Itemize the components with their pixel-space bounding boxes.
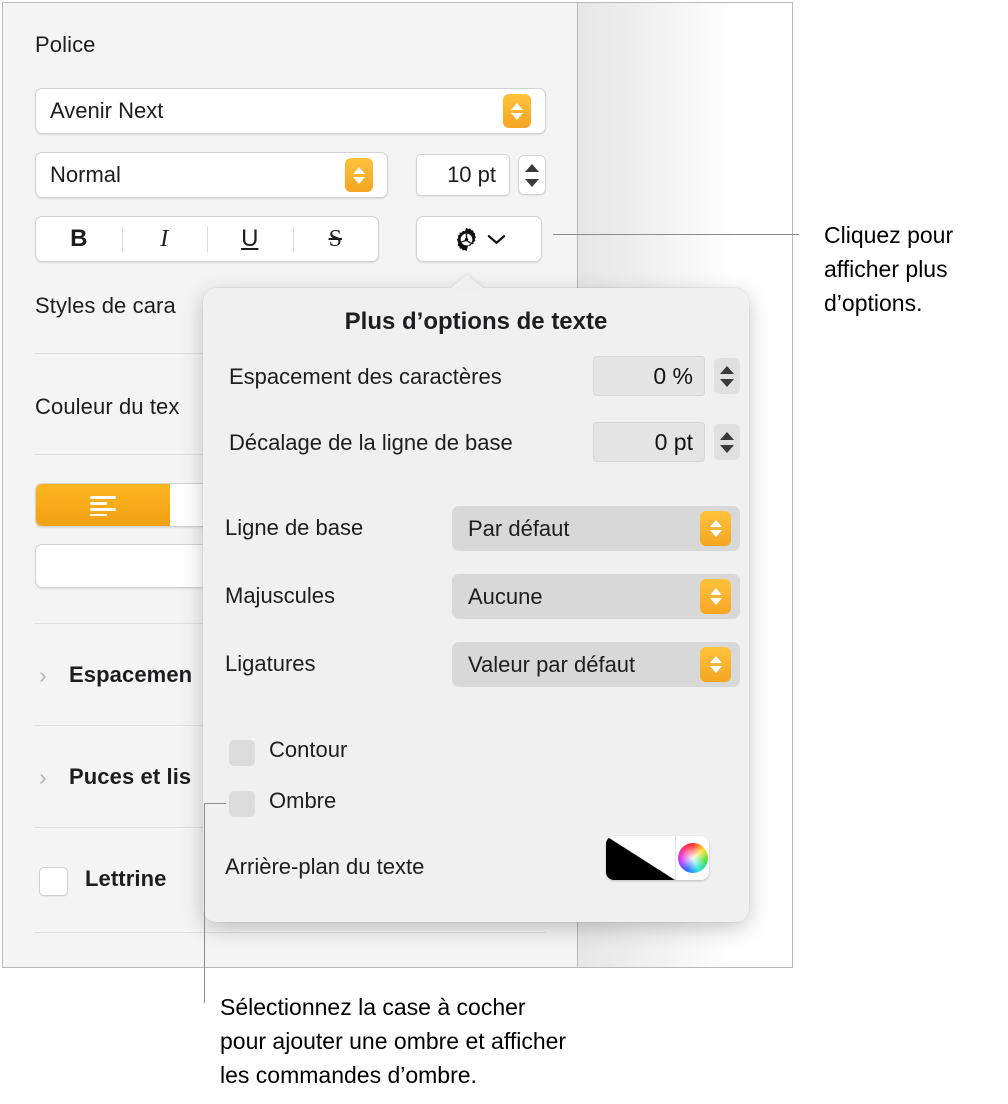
spacing-title[interactable]: Espacemen	[69, 662, 192, 688]
more-text-options-popover: Plus d’options de texte Espacement des c…	[203, 275, 749, 922]
baseline-value: Par défaut	[468, 515, 570, 541]
chevron-up-icon	[709, 520, 722, 527]
divider	[35, 932, 546, 933]
bold-button[interactable]: B	[36, 217, 122, 261]
capitalization-select[interactable]: Aucune	[452, 574, 740, 619]
character-spacing-input[interactable]: 0 %	[593, 356, 705, 396]
chevron-down-icon	[353, 176, 365, 184]
chevron-up-icon	[353, 166, 365, 174]
chevron-up-icon	[709, 656, 722, 663]
baseline-shift-stepper[interactable]	[714, 424, 740, 460]
baseline-shift-label: Décalage de la ligne de base	[229, 430, 513, 455]
ligatures-select-stepper[interactable]	[700, 647, 731, 682]
chevron-down-icon	[720, 444, 734, 453]
chevron-down-icon	[709, 666, 722, 673]
text-background-label: Arrière-plan du texte	[225, 854, 425, 879]
character-spacing-stepper[interactable]	[714, 358, 740, 394]
chevron-up-icon	[720, 365, 734, 374]
shadow-callout-line-1: Sélectionnez la case à cocher	[220, 994, 526, 1020]
text-color-title: Couleur du tex	[35, 394, 180, 419]
gear-callout-leader-line	[553, 234, 799, 235]
font-family-value: Avenir Next	[50, 98, 164, 123]
screenshot-root: Police Avenir Next Normal 10 pt B I U S …	[0, 0, 1008, 1104]
capitalization-select-stepper[interactable]	[700, 579, 731, 614]
ligatures-value: Valeur par défaut	[468, 651, 636, 677]
font-style-combo[interactable]: Normal	[35, 152, 388, 198]
baseline-select[interactable]: Par défaut	[452, 506, 740, 551]
chevron-down-icon	[511, 112, 523, 120]
strikethrough-button[interactable]: S	[292, 217, 379, 261]
chevron-down-icon	[709, 530, 722, 537]
font-style-value: Normal	[50, 162, 121, 187]
align-left-button[interactable]	[36, 484, 170, 526]
shadow-label: Ombre	[269, 788, 337, 813]
chevron-down-icon	[525, 178, 539, 187]
shadow-callout-leader-line	[204, 803, 205, 1003]
bullets-title[interactable]: Puces et lis	[69, 764, 191, 790]
shadow-callout-line-3: les commandes d’ombre.	[220, 1062, 477, 1088]
underline-button[interactable]: U	[207, 217, 293, 261]
gear-icon	[456, 227, 476, 251]
popover-title: Plus d’options de texte	[344, 308, 608, 335]
baseline-select-stepper[interactable]	[700, 511, 731, 546]
drop-cap-checkbox[interactable]	[39, 867, 68, 896]
shadow-checkbox[interactable]	[229, 791, 255, 817]
popover-tail	[450, 275, 484, 289]
color-wheel-button[interactable]	[676, 836, 709, 880]
ligatures-label: Ligatures	[225, 651, 316, 676]
chevron-up-icon	[709, 588, 722, 595]
align-left-icon	[90, 496, 116, 516]
ligatures-select[interactable]: Valeur par défaut	[452, 642, 740, 687]
font-family-combo[interactable]: Avenir Next	[35, 88, 546, 134]
font-style-stepper[interactable]	[345, 158, 373, 192]
color-wheel-icon	[677, 843, 708, 873]
bullets-disclosure-icon[interactable]: ›	[39, 764, 47, 791]
text-style-segmented-control: B I U S	[35, 216, 379, 262]
chevron-down-icon	[487, 234, 505, 244]
font-family-stepper[interactable]	[503, 94, 531, 128]
text-background-color-well[interactable]	[606, 836, 709, 880]
font-section-title: Police	[35, 32, 96, 57]
chevron-up-icon	[720, 431, 734, 440]
shadow-callout-text: Sélectionnez la case à cocher pour ajout…	[220, 990, 690, 1092]
capitalization-label: Majuscules	[225, 583, 336, 608]
indent-decrease-button[interactable]	[36, 545, 170, 587]
chevron-up-icon	[525, 163, 539, 172]
more-text-options-button[interactable]	[416, 216, 542, 262]
character-styles-title: Styles de cara	[35, 293, 176, 318]
font-size-input[interactable]: 10 pt	[416, 154, 510, 196]
gear-callout-text: Cliquez pour afficher plus d’options.	[824, 222, 954, 316]
outline-checkbox[interactable]	[229, 740, 255, 766]
chevron-down-icon	[709, 598, 722, 605]
outline-label: Contour	[269, 737, 348, 762]
font-size-stepper[interactable]	[518, 155, 546, 195]
drop-cap-label: Lettrine	[85, 866, 167, 891]
capitalization-value: Aucune	[468, 583, 543, 609]
shadow-callout-leader-stub	[204, 803, 226, 804]
character-spacing-label: Espacement des caractères	[229, 364, 502, 389]
color-swatch[interactable]	[606, 836, 676, 880]
chevron-down-icon	[720, 378, 734, 387]
baseline-label: Ligne de base	[225, 515, 364, 540]
spacing-disclosure-icon[interactable]: ›	[39, 662, 47, 689]
shadow-callout-line-2: pour ajouter une ombre et afficher	[220, 1028, 567, 1054]
chevron-up-icon	[511, 102, 523, 110]
baseline-shift-input[interactable]: 0 pt	[593, 422, 705, 462]
italic-button[interactable]: I	[121, 217, 208, 261]
